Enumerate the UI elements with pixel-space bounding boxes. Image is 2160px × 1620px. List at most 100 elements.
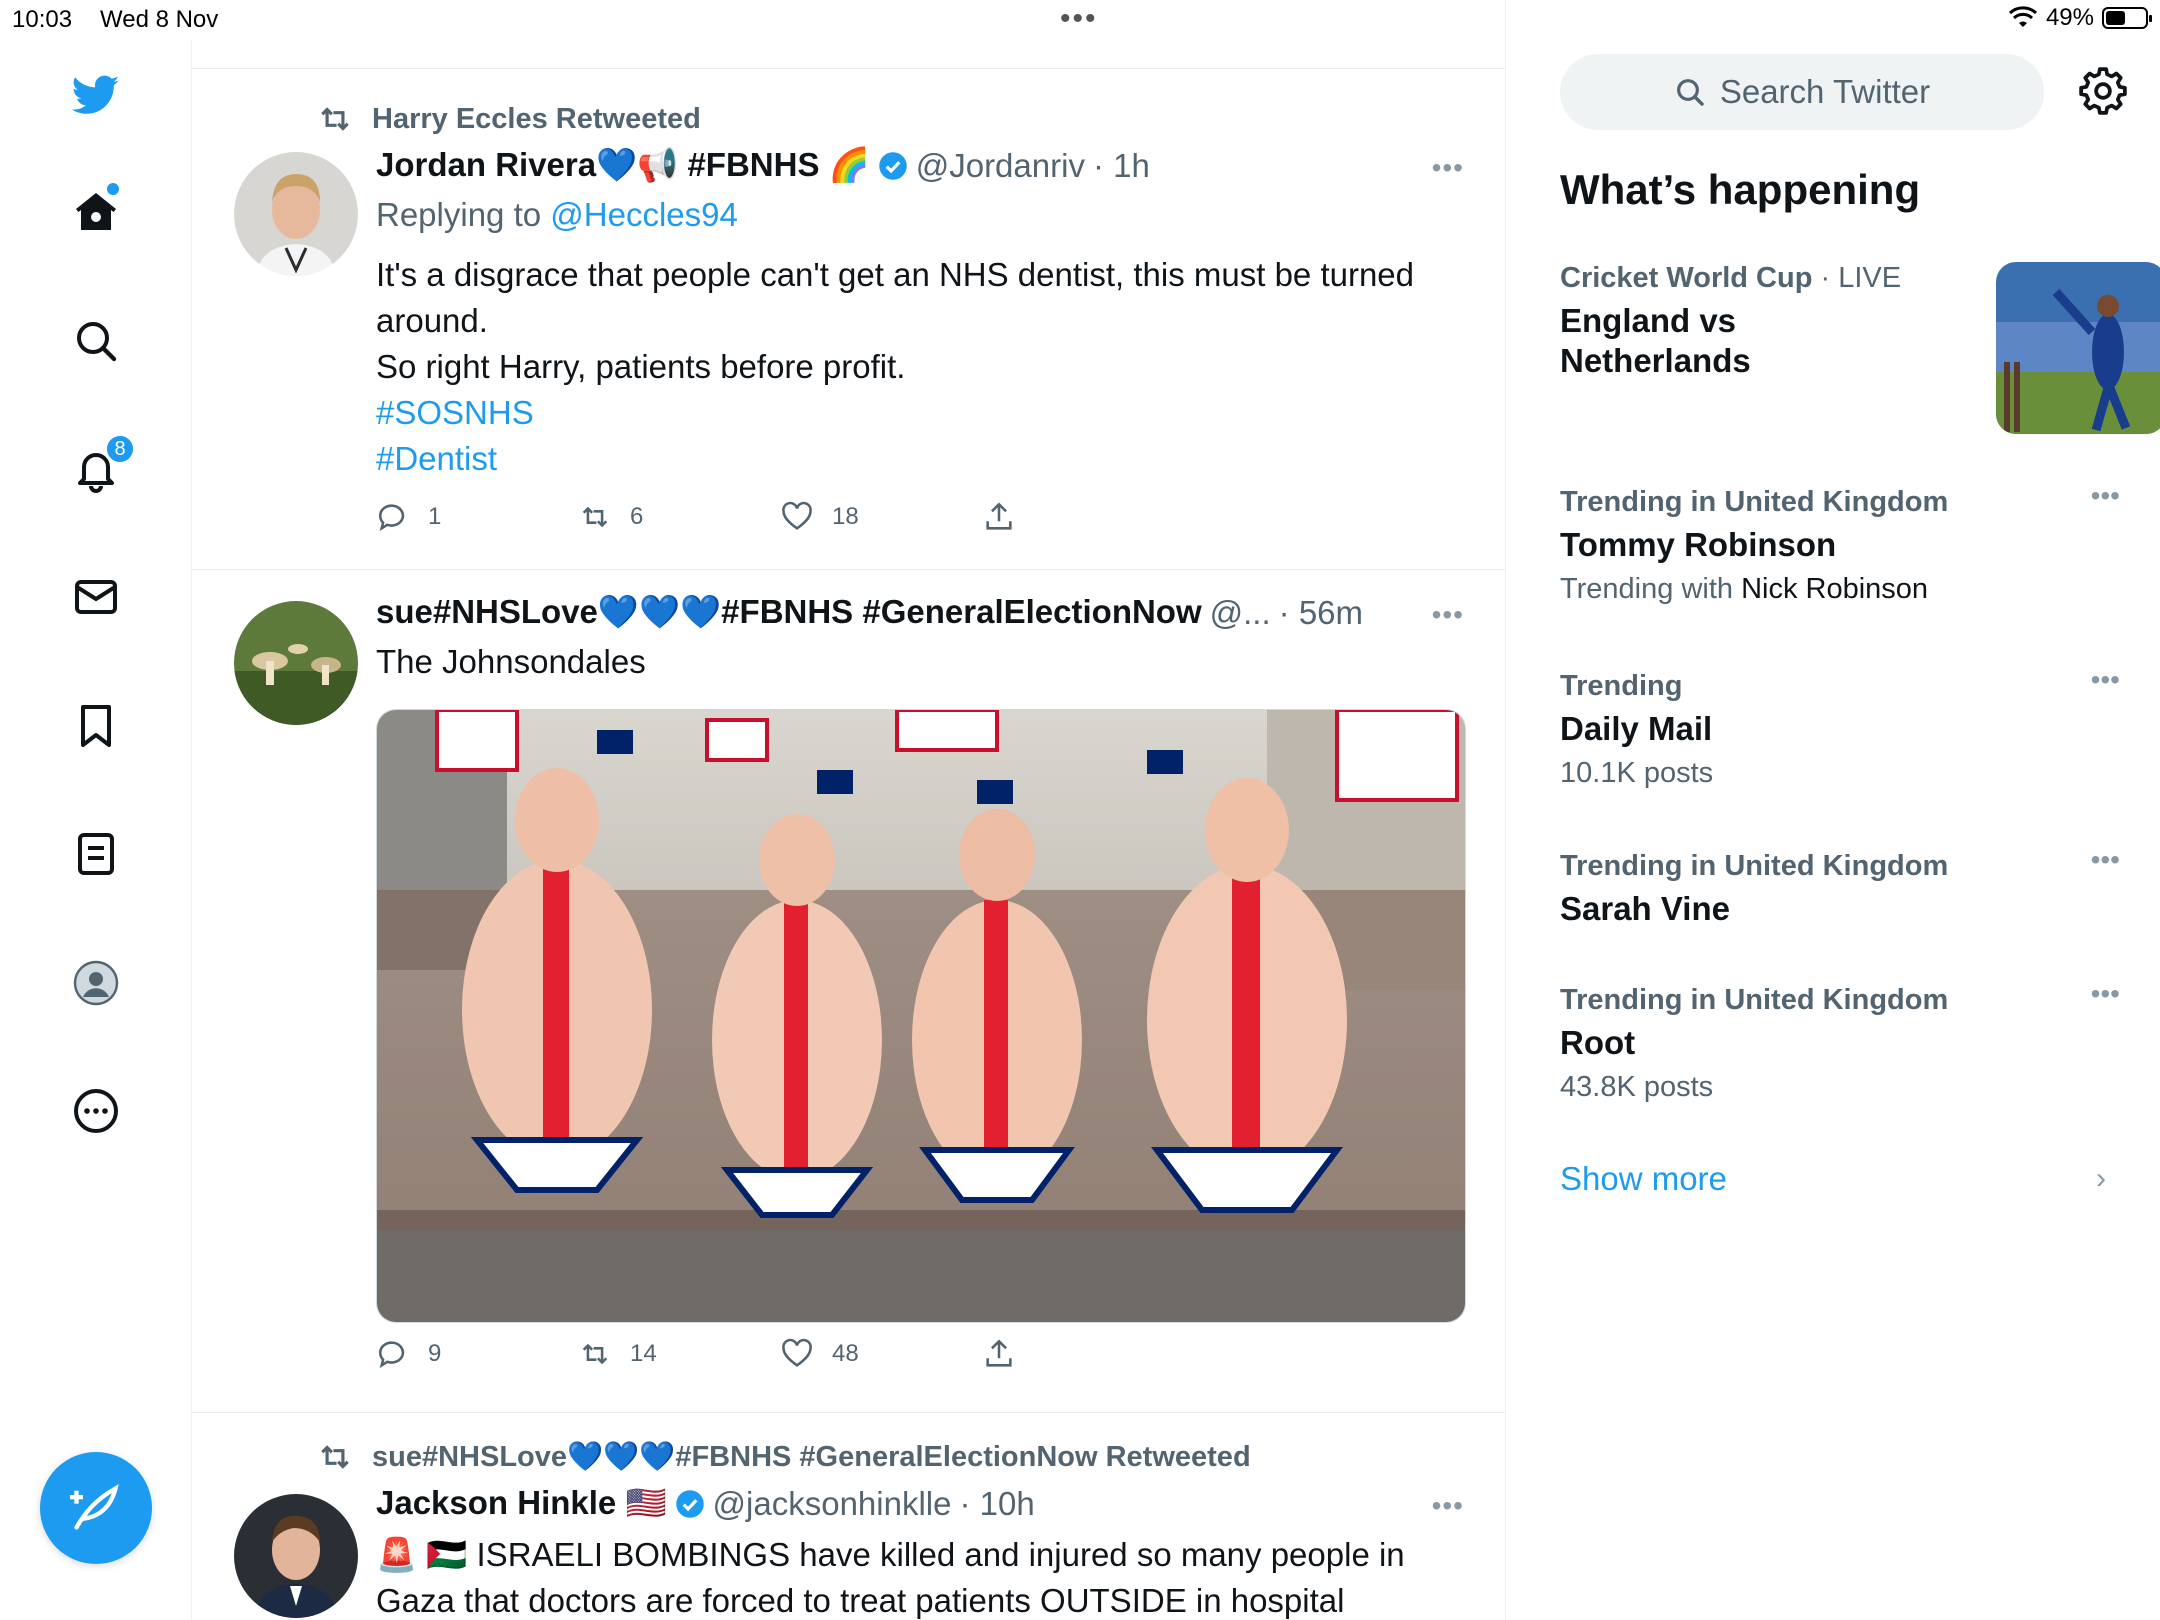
reply-button[interactable]: 9 — [376, 1337, 441, 1371]
reply-icon — [378, 504, 405, 532]
home-icon[interactable] — [67, 183, 125, 241]
retweet-button[interactable]: 14 — [578, 1337, 657, 1371]
trend-title: Daily Mail — [1560, 710, 1713, 747]
verified-badge-icon — [675, 1489, 704, 1518]
trend-sub-prefix: Trending with — [1560, 573, 1742, 605]
retweet-icon — [582, 1343, 608, 1365]
share-icon — [986, 502, 1012, 530]
notifications-badge: 8 — [105, 434, 135, 464]
tweet-header: sue#NHSLove💙💙💙#FBNHS #GeneralElectionNow… — [376, 593, 1363, 632]
trend-category: Trending in United Kingdom — [1560, 486, 1949, 518]
chevron-right-icon: › — [2096, 1162, 2106, 1195]
retweet-count: 6 — [630, 503, 644, 530]
author-handle[interactable]: @Jordanriv — [916, 147, 1085, 185]
retweet-label: sue#NHSLove💙💙💙#FBNHS #GeneralElectionNow… — [372, 1441, 1251, 1473]
tweet-body: 🚨 🇵🇸 ISRAELI BOMBINGS have killed and in… — [376, 1532, 1476, 1620]
trend-item[interactable]: Trending in United Kingdom Sarah Vine ••… — [1560, 844, 2120, 929]
live-label: · LIVE — [1812, 262, 1902, 294]
author-name[interactable]: Jackson Hinkle 🇺🇸 — [376, 1484, 667, 1523]
tweet-more-button[interactable]: ••• — [1432, 152, 1464, 184]
bookmarks-icon[interactable] — [67, 697, 125, 755]
trend-item[interactable]: Trending in United Kingdom Tommy Robinso… — [1560, 480, 2120, 606]
search-icon — [1676, 79, 1704, 106]
like-button[interactable]: 18 — [780, 500, 859, 534]
compose-feather-icon — [70, 1484, 119, 1530]
tweet-more-button[interactable]: ••• — [1432, 599, 1464, 631]
tweet-actions: 9 14 48 — [376, 1337, 1276, 1377]
trend-title: Tommy Robinson — [1560, 526, 1837, 563]
retweet-context: sue#NHSLove💙💙💙#FBNHS #GeneralElectionNow… — [316, 1438, 1251, 1476]
trend-more-button[interactable]: ••• — [2091, 978, 2120, 1010]
like-count: 18 — [832, 503, 859, 530]
trend-title: Sarah Vine — [1560, 890, 1730, 927]
trend-post-count: 43.8K posts — [1560, 1071, 1714, 1103]
retweet-icon — [321, 107, 349, 131]
tweet-text-line: around. — [376, 302, 488, 339]
author-name[interactable]: sue#NHSLove💙💙💙#FBNHS #GeneralElectionNow — [376, 593, 1202, 632]
retweet-button[interactable]: 6 — [578, 500, 643, 534]
retweet-count: 14 — [630, 1340, 657, 1367]
twitter-logo-icon[interactable] — [67, 66, 125, 124]
trend-item[interactable]: Cricket World Cup · LIVE England vs Neth… — [1560, 262, 2160, 442]
compose-tweet-button[interactable] — [40, 1452, 152, 1564]
avatar[interactable] — [234, 601, 358, 725]
trend-item[interactable]: Trending Daily Mail 10.1K posts ••• — [1560, 664, 2120, 790]
search-input[interactable]: Search Twitter — [1560, 54, 2044, 130]
timeline-top-divider — [192, 0, 1505, 69]
tweet-media-image[interactable] — [376, 709, 1466, 1323]
lists-icon[interactable] — [67, 825, 125, 883]
share-button[interactable] — [982, 1337, 1016, 1371]
like-count: 48 — [832, 1340, 859, 1367]
retweet-icon — [321, 1445, 349, 1469]
left-navigation: 8 — [0, 40, 192, 1620]
share-button[interactable] — [982, 500, 1016, 534]
author-handle[interactable]: @jacksonhinklle — [713, 1485, 952, 1523]
tweet-text: The Johnsondales — [376, 643, 646, 680]
tweet-header: Jordan Rivera💙📢 #FBNHS 🌈 @Jordanriv · 1h — [376, 146, 1150, 185]
tweet-time[interactable]: · 56m — [1279, 594, 1363, 632]
author-handle[interactable]: @... — [1210, 594, 1271, 632]
reply-count: 1 — [428, 503, 442, 530]
reply-icon — [378, 1341, 405, 1369]
tweet-1[interactable]: Harry Eccles Retweeted Jordan Rivera💙📢 #… — [192, 70, 1505, 570]
search-placeholder: Search Twitter — [1719, 73, 1931, 110]
replying-to-link[interactable]: @Heccles94 — [550, 196, 738, 233]
hashtag-link[interactable]: #Dentist — [376, 436, 1476, 482]
author-name[interactable]: Jordan Rivera💙📢 #FBNHS 🌈 — [376, 146, 870, 185]
more-options-icon[interactable] — [67, 1082, 125, 1140]
messages-envelope-icon[interactable] — [67, 568, 125, 626]
trend-more-button[interactable]: ••• — [2091, 664, 2120, 696]
retweet-label: Harry Eccles Retweeted — [372, 102, 701, 135]
tweet-text-line: Gaza that doctors are forced to treat pa… — [376, 1582, 1345, 1619]
whats-happening-title: What’s happening — [1560, 166, 1921, 213]
avatar[interactable] — [234, 1494, 358, 1618]
tweet-time[interactable]: · 10h — [960, 1485, 1035, 1523]
trend-item[interactable]: Trending in United Kingdom Root 43.8K po… — [1560, 978, 2120, 1104]
trend-post-count: 10.1K posts — [1560, 757, 1714, 789]
trend-subtitle: Trending with Nick Robinson — [1560, 573, 2120, 606]
replying-prefix: Replying to — [376, 196, 551, 233]
notifications-bell-icon[interactable]: 8 — [67, 434, 135, 498]
tweet-3[interactable]: sue#NHSLove💙💙💙#FBNHS #GeneralElectionNow… — [192, 1414, 1505, 1620]
trend-category: Trending in United Kingdom — [1560, 984, 1949, 1016]
trend-more-button[interactable]: ••• — [2091, 480, 2120, 512]
settings-gear-icon[interactable] — [2078, 66, 2128, 116]
trend-more-button[interactable]: ••• — [2091, 844, 2120, 876]
profile-avatar-icon[interactable] — [67, 954, 125, 1012]
verified-badge-icon — [878, 151, 907, 180]
tweet-time[interactable]: · 1h — [1093, 147, 1150, 185]
avatar[interactable] — [234, 152, 358, 276]
like-button[interactable]: 48 — [780, 1337, 859, 1371]
hashtag-link[interactable]: #SOSNHS — [376, 390, 1476, 436]
reply-button[interactable]: 1 — [376, 500, 441, 534]
explore-search-icon[interactable] — [67, 312, 125, 370]
tweet-more-button[interactable]: ••• — [1432, 1490, 1464, 1522]
show-more-link[interactable]: Show more — [1560, 1160, 1727, 1198]
tweet-text-line: It's a disgrace that people can't get an… — [376, 256, 1415, 293]
trend-category: Trending in United Kingdom — [1560, 850, 1949, 882]
right-sidebar: Search Twitter What’s happening Cricket … — [1506, 0, 2160, 1620]
trend-title: Root — [1560, 1024, 1636, 1061]
tweet-2[interactable]: sue#NHSLove💙💙💙#FBNHS #GeneralElectionNow… — [192, 571, 1505, 1413]
tweet-body: Replying to @Heccles94 It's a disgrace t… — [376, 192, 1476, 482]
retweet-icon — [582, 506, 608, 528]
